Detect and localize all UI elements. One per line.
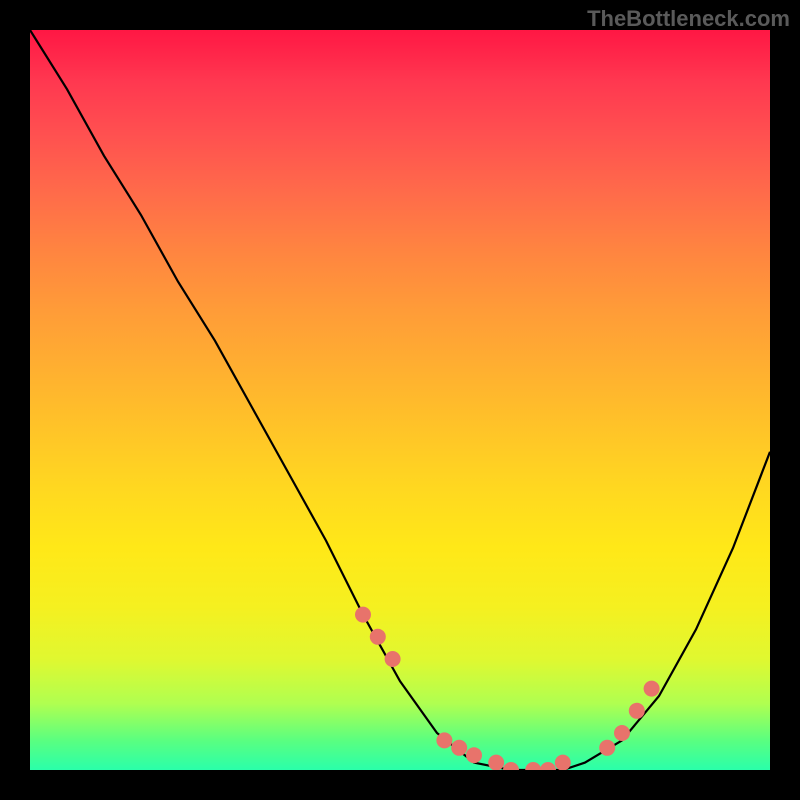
data-marker — [370, 629, 386, 645]
data-markers — [355, 607, 660, 770]
data-marker — [644, 681, 660, 697]
chart-svg — [30, 30, 770, 770]
plot-area — [30, 30, 770, 770]
data-marker — [503, 762, 519, 770]
data-marker — [599, 740, 615, 756]
watermark-text: TheBottleneck.com — [587, 6, 790, 32]
data-marker — [540, 762, 556, 770]
data-marker — [555, 755, 571, 770]
data-marker — [614, 725, 630, 741]
data-marker — [525, 762, 541, 770]
data-marker — [488, 755, 504, 770]
data-marker — [451, 740, 467, 756]
data-marker — [385, 651, 401, 667]
chart-container: TheBottleneck.com — [0, 0, 800, 800]
data-marker — [436, 732, 452, 748]
data-marker — [466, 747, 482, 763]
data-marker — [629, 703, 645, 719]
data-marker — [355, 607, 371, 623]
